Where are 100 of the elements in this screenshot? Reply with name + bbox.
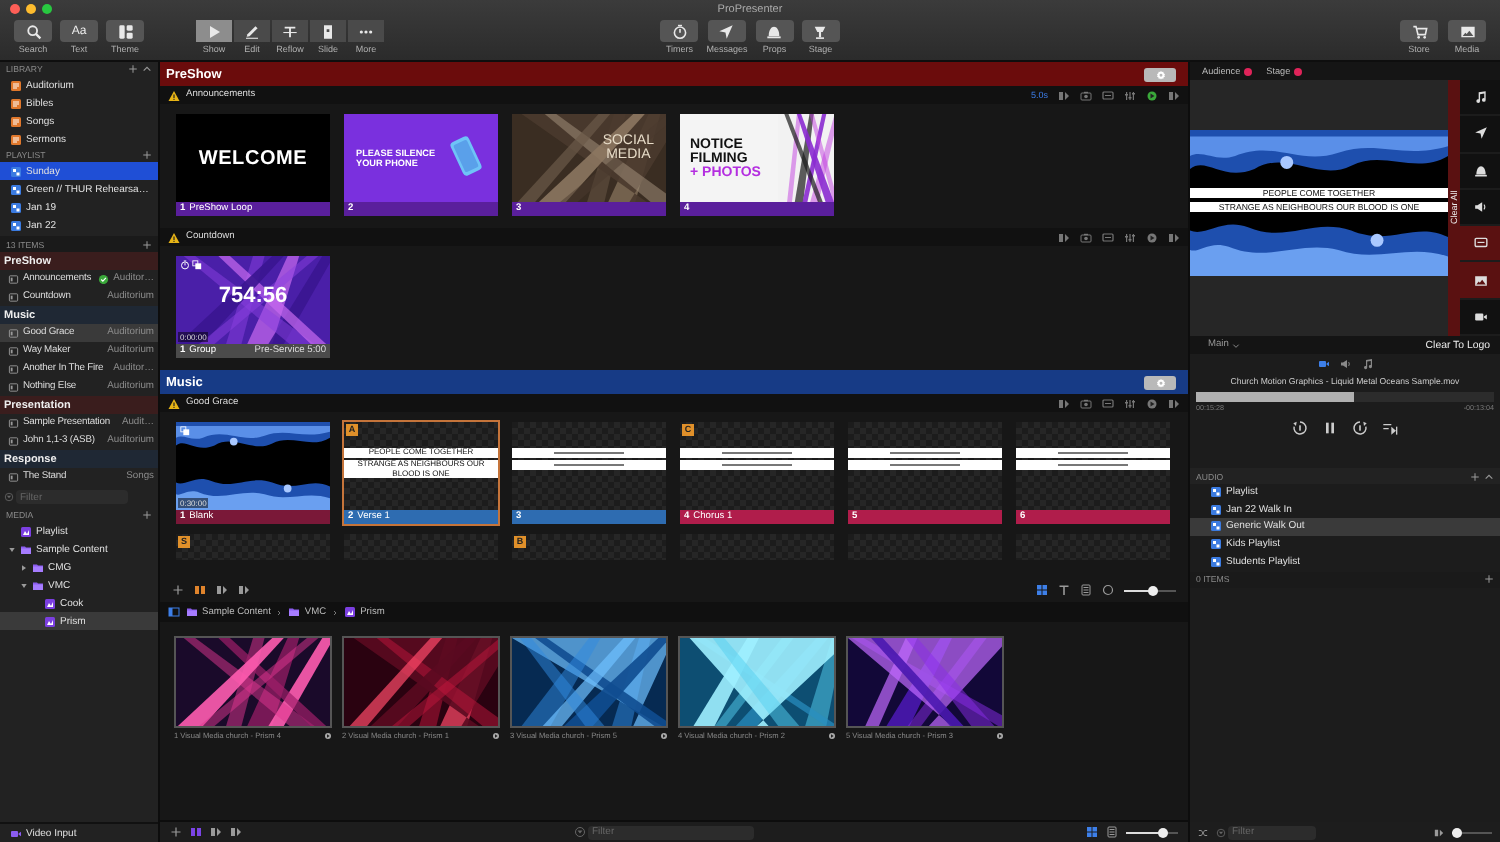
layers-icon: [192, 260, 202, 270]
play-circle-icon[interactable]: [1146, 231, 1158, 243]
speaker-icon: [1473, 199, 1487, 214]
grid-view-icon[interactable]: [1086, 826, 1098, 838]
transition-icon[interactable]: [1168, 397, 1180, 409]
play-circle-icon[interactable]: [660, 732, 668, 740]
message-icon[interactable]: [1102, 397, 1114, 409]
list-view-icon[interactable]: [1080, 584, 1092, 596]
transition-icon[interactable]: [1058, 89, 1070, 101]
message-icon[interactable]: [1102, 89, 1114, 101]
warning-icon: [168, 89, 180, 101]
image-icon: [1459, 23, 1475, 39]
camera-icon[interactable]: [1080, 397, 1092, 409]
add-icon[interactable]: [172, 584, 184, 596]
document-icon: [8, 363, 19, 375]
warning-icon: [168, 231, 180, 243]
document-icon: [8, 273, 19, 285]
send-icon: [1473, 126, 1487, 141]
disclosure-triangle-icon[interactable]: [8, 545, 16, 553]
play-circle-icon[interactable]: [324, 732, 332, 740]
pause-icon[interactable]: [1322, 420, 1338, 436]
image-icon: [1473, 273, 1487, 288]
settings-button[interactable]: [1144, 67, 1176, 81]
pencil-icon: [244, 23, 260, 39]
transition-icon[interactable]: [1168, 231, 1180, 243]
transition-icon[interactable]: [1058, 231, 1070, 243]
clear-layer-button[interactable]: [1460, 262, 1500, 300]
skip-icon[interactable]: [1382, 420, 1398, 436]
warning-icon: [168, 397, 180, 409]
collapse-icon[interactable]: [142, 64, 152, 74]
text-cursor-icon: [282, 23, 298, 39]
disclosure-triangle-icon[interactable]: [20, 581, 28, 589]
circle-icon[interactable]: [1102, 584, 1114, 596]
clear-layer-button[interactable]: [1460, 226, 1500, 263]
playlist-icon: [44, 597, 56, 609]
dome-icon: [1473, 163, 1487, 178]
add-icon[interactable]: [142, 150, 152, 160]
transition-icon[interactable]: [210, 826, 222, 838]
add-icon[interactable]: [1484, 574, 1494, 585]
transition-icon[interactable]: [1058, 397, 1070, 409]
disclosure-triangle-icon[interactable]: [20, 563, 28, 571]
list-view-icon[interactable]: [1106, 826, 1118, 838]
add-icon[interactable]: [1470, 471, 1480, 481]
play-circle-icon[interactable]: [1146, 397, 1158, 409]
playlist-icon: [20, 525, 32, 537]
mixer-icon[interactable]: [1124, 397, 1136, 409]
grid-view-icon[interactable]: [1036, 584, 1048, 596]
document-icon: [8, 345, 19, 357]
rewind-icon[interactable]: [1292, 420, 1308, 436]
document-icon: [8, 381, 19, 393]
camera-icon: [1473, 309, 1487, 324]
list-icon: [10, 79, 22, 91]
add-icon[interactable]: [142, 510, 152, 520]
message-icon: [1473, 236, 1487, 251]
document-icon: [8, 417, 19, 429]
progress-bar[interactable]: [1196, 392, 1494, 402]
play-icon: [206, 23, 222, 39]
collapse-icon[interactable]: [1484, 471, 1494, 481]
transition-icon[interactable]: [1168, 89, 1180, 101]
add-icon[interactable]: [128, 64, 138, 74]
sidebar-toggle-icon[interactable]: [168, 606, 180, 618]
camera-icon[interactable]: [1080, 231, 1092, 243]
transition-icon[interactable]: [238, 584, 250, 596]
document-icon: [8, 327, 19, 339]
dome-icon: [766, 23, 783, 39]
layout-icon: [117, 23, 133, 39]
play-circle-icon[interactable]: [996, 732, 1004, 740]
mixer-icon[interactable]: [1124, 89, 1136, 101]
transition-icon[interactable]: [1434, 827, 1444, 837]
message-icon[interactable]: [1102, 231, 1114, 243]
media-view-icon[interactable]: [190, 826, 202, 838]
folder-icon: [20, 543, 32, 555]
shuffle-icon[interactable]: [1198, 827, 1208, 837]
document-icon: [8, 291, 19, 303]
play-circle-icon[interactable]: [828, 732, 836, 740]
add-icon[interactable]: [142, 239, 152, 249]
transition-icon[interactable]: [230, 826, 242, 838]
settings-icon: [1155, 69, 1165, 79]
list-icon: [10, 133, 22, 145]
text-view-icon[interactable]: [1058, 584, 1070, 596]
filter-icon: [574, 826, 586, 838]
play-circle-icon[interactable]: [1146, 89, 1158, 101]
document-icon: [8, 435, 19, 447]
transition-icon[interactable]: [216, 584, 228, 596]
volume-slider[interactable]: [1452, 827, 1492, 837]
slide-view-icon[interactable]: [194, 584, 206, 596]
folder-icon: [32, 579, 44, 591]
camera-icon[interactable]: [1080, 89, 1092, 101]
add-icon[interactable]: [170, 826, 182, 838]
document-icon: [8, 471, 19, 483]
list-icon: [10, 115, 22, 127]
media-tab-icon[interactable]: [1317, 358, 1329, 370]
settings-button[interactable]: [1144, 375, 1176, 389]
mixer-icon[interactable]: [1124, 231, 1136, 243]
forward-icon[interactable]: [1352, 420, 1368, 436]
media-tab-icon[interactable]: [1361, 358, 1373, 370]
play-circle-icon[interactable]: [492, 732, 500, 740]
media-tab-icon[interactable]: [1339, 358, 1351, 370]
folder-icon: [32, 561, 44, 573]
playlist-icon: [44, 615, 56, 627]
